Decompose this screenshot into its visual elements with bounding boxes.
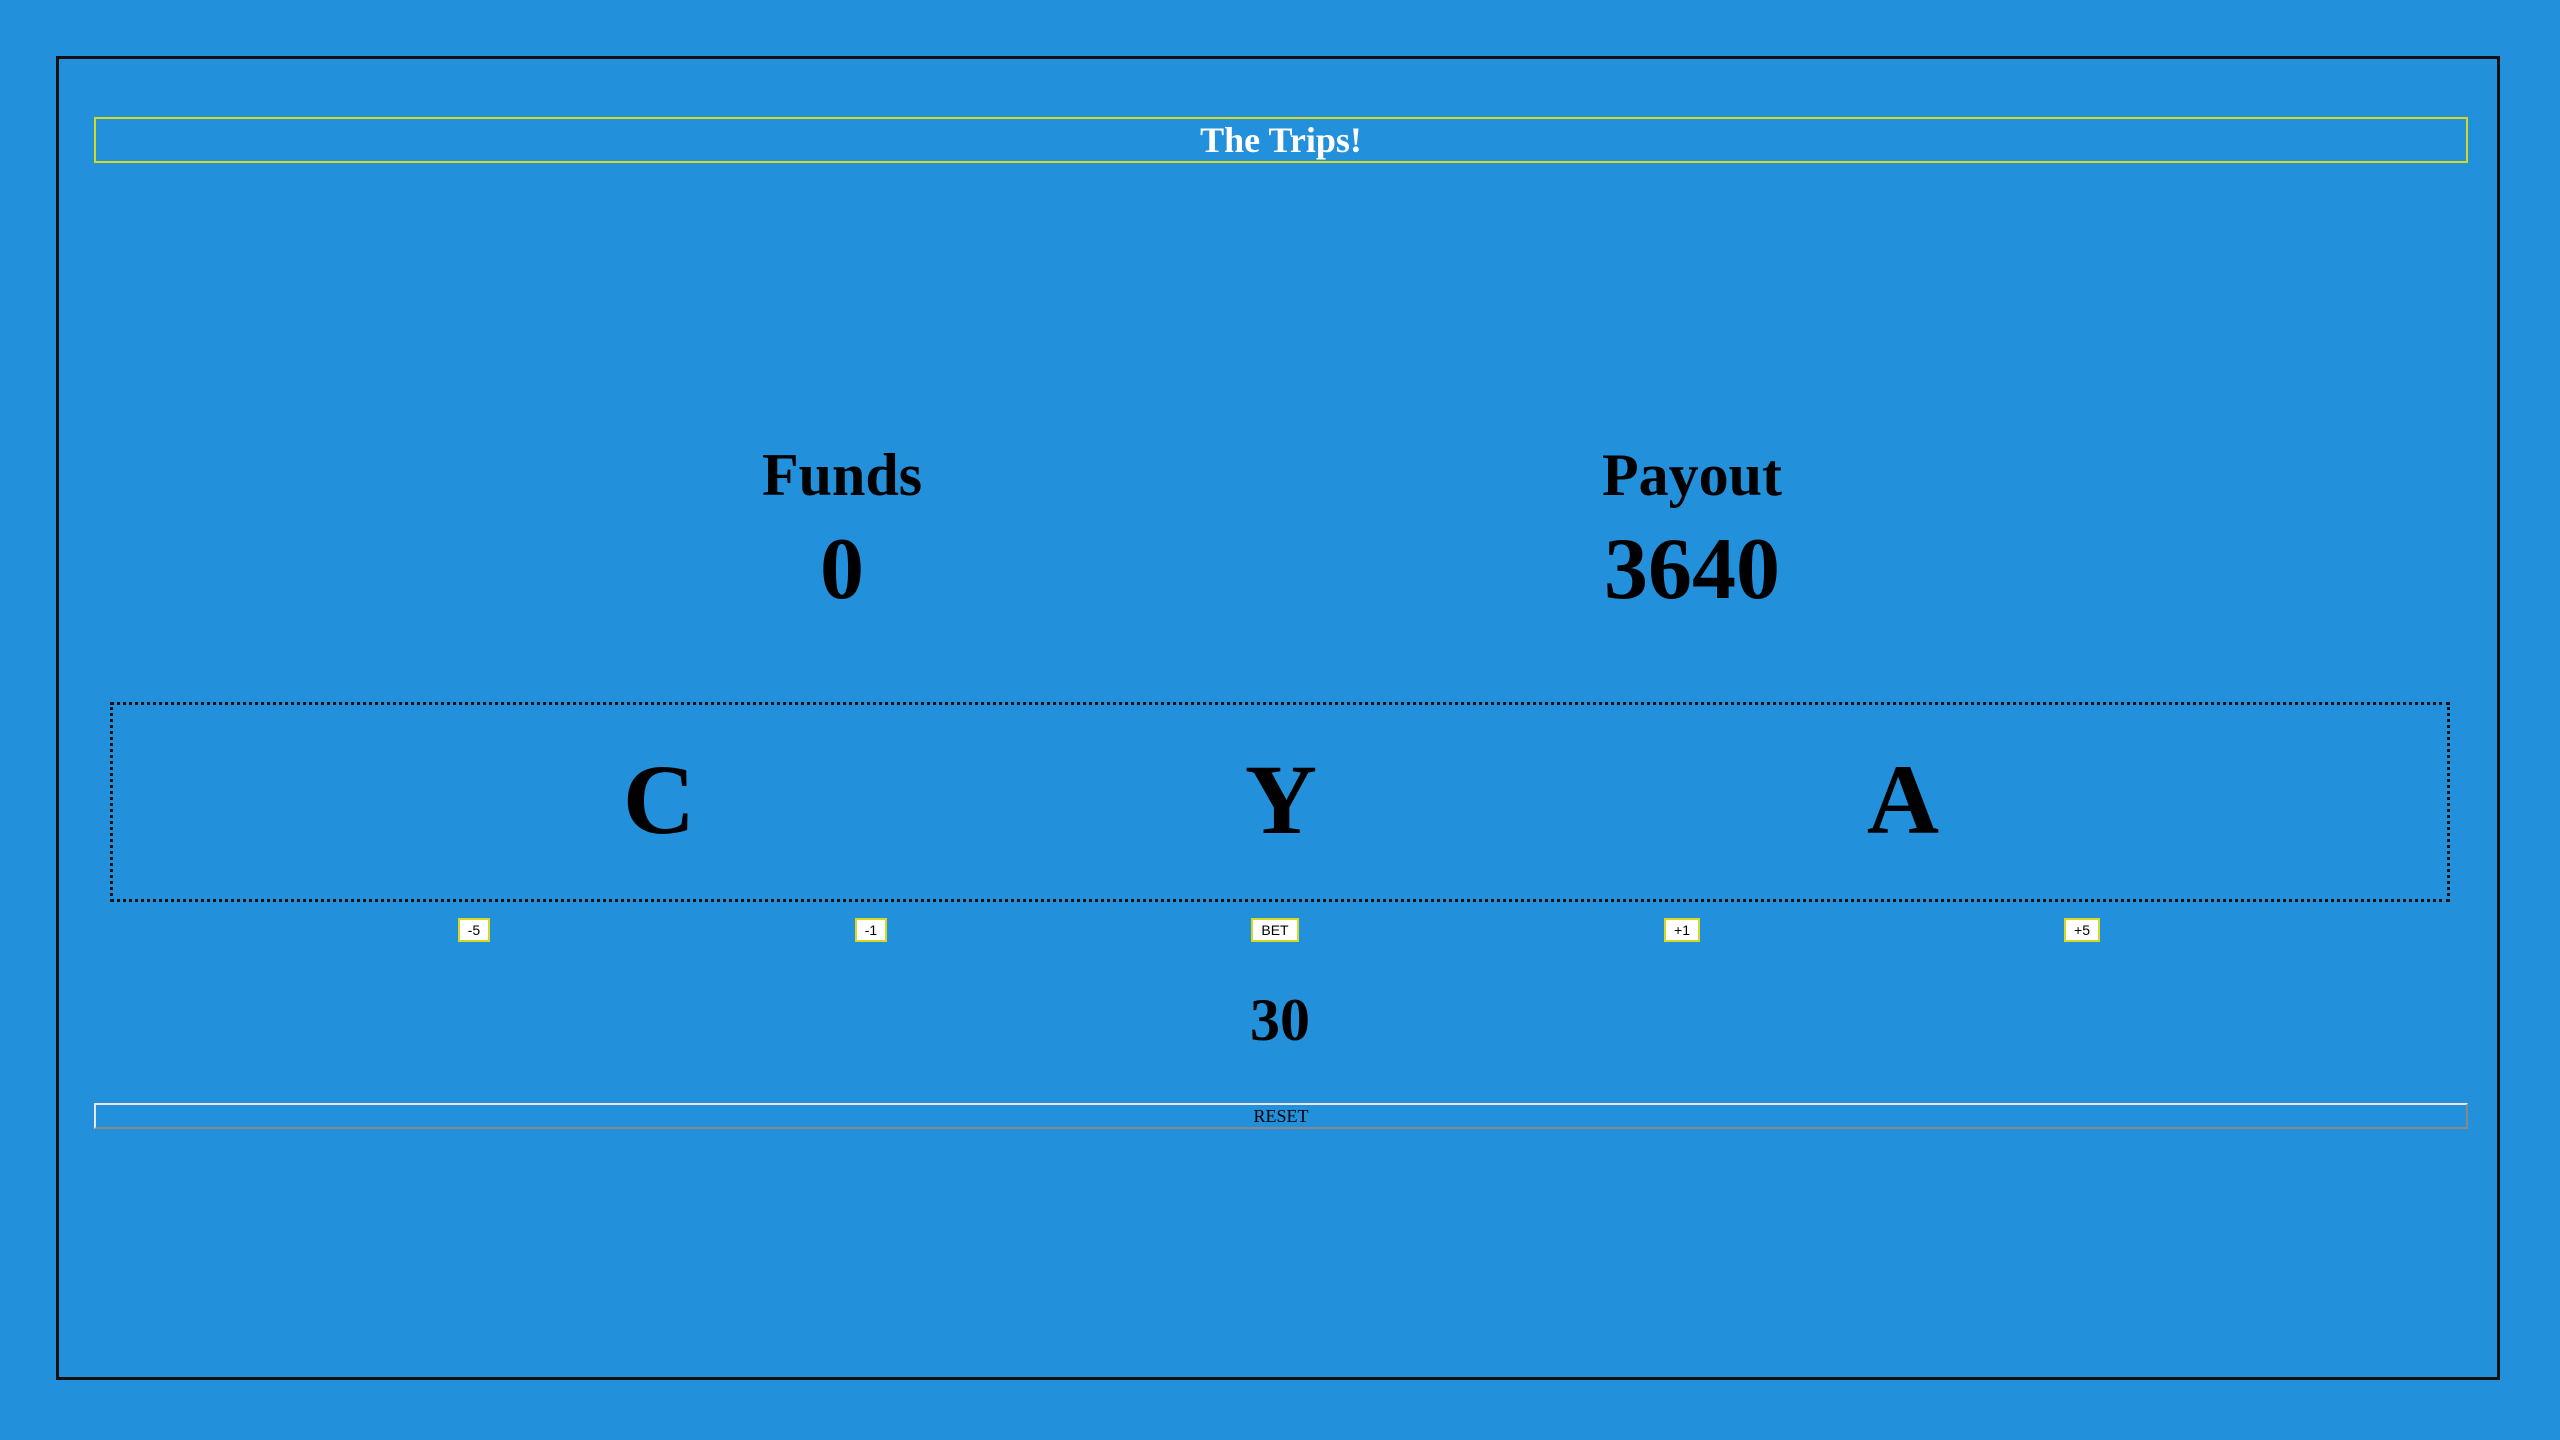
reel-3: A — [1866, 744, 1940, 855]
bet-amount: 30 — [1250, 987, 1310, 1053]
decrease-bet-5-button[interactable]: -5 — [458, 918, 490, 942]
increase-bet-5-button[interactable]: +5 — [2064, 918, 2100, 942]
funds-panel: Funds 0 — [642, 440, 1042, 630]
increase-bet-1-button[interactable]: +1 — [1664, 918, 1700, 942]
decrease-bet-1-button[interactable]: -1 — [855, 918, 887, 942]
payout-label: Payout — [1602, 442, 1782, 508]
reset-button[interactable]: RESET — [94, 1103, 2468, 1129]
reel-1: C — [622, 744, 696, 855]
bet-button[interactable]: BET — [1251, 918, 1299, 942]
payout-panel: Payout 3640 — [1492, 440, 1892, 630]
funds-label: Funds — [761, 442, 923, 508]
game-title: The Trips! — [94, 117, 2468, 163]
funds-value: 0 — [820, 521, 864, 618]
reel-2: Y — [1244, 744, 1318, 855]
reel-window: C Y A — [110, 702, 2450, 902]
payout-value: 3640 — [1604, 521, 1780, 618]
